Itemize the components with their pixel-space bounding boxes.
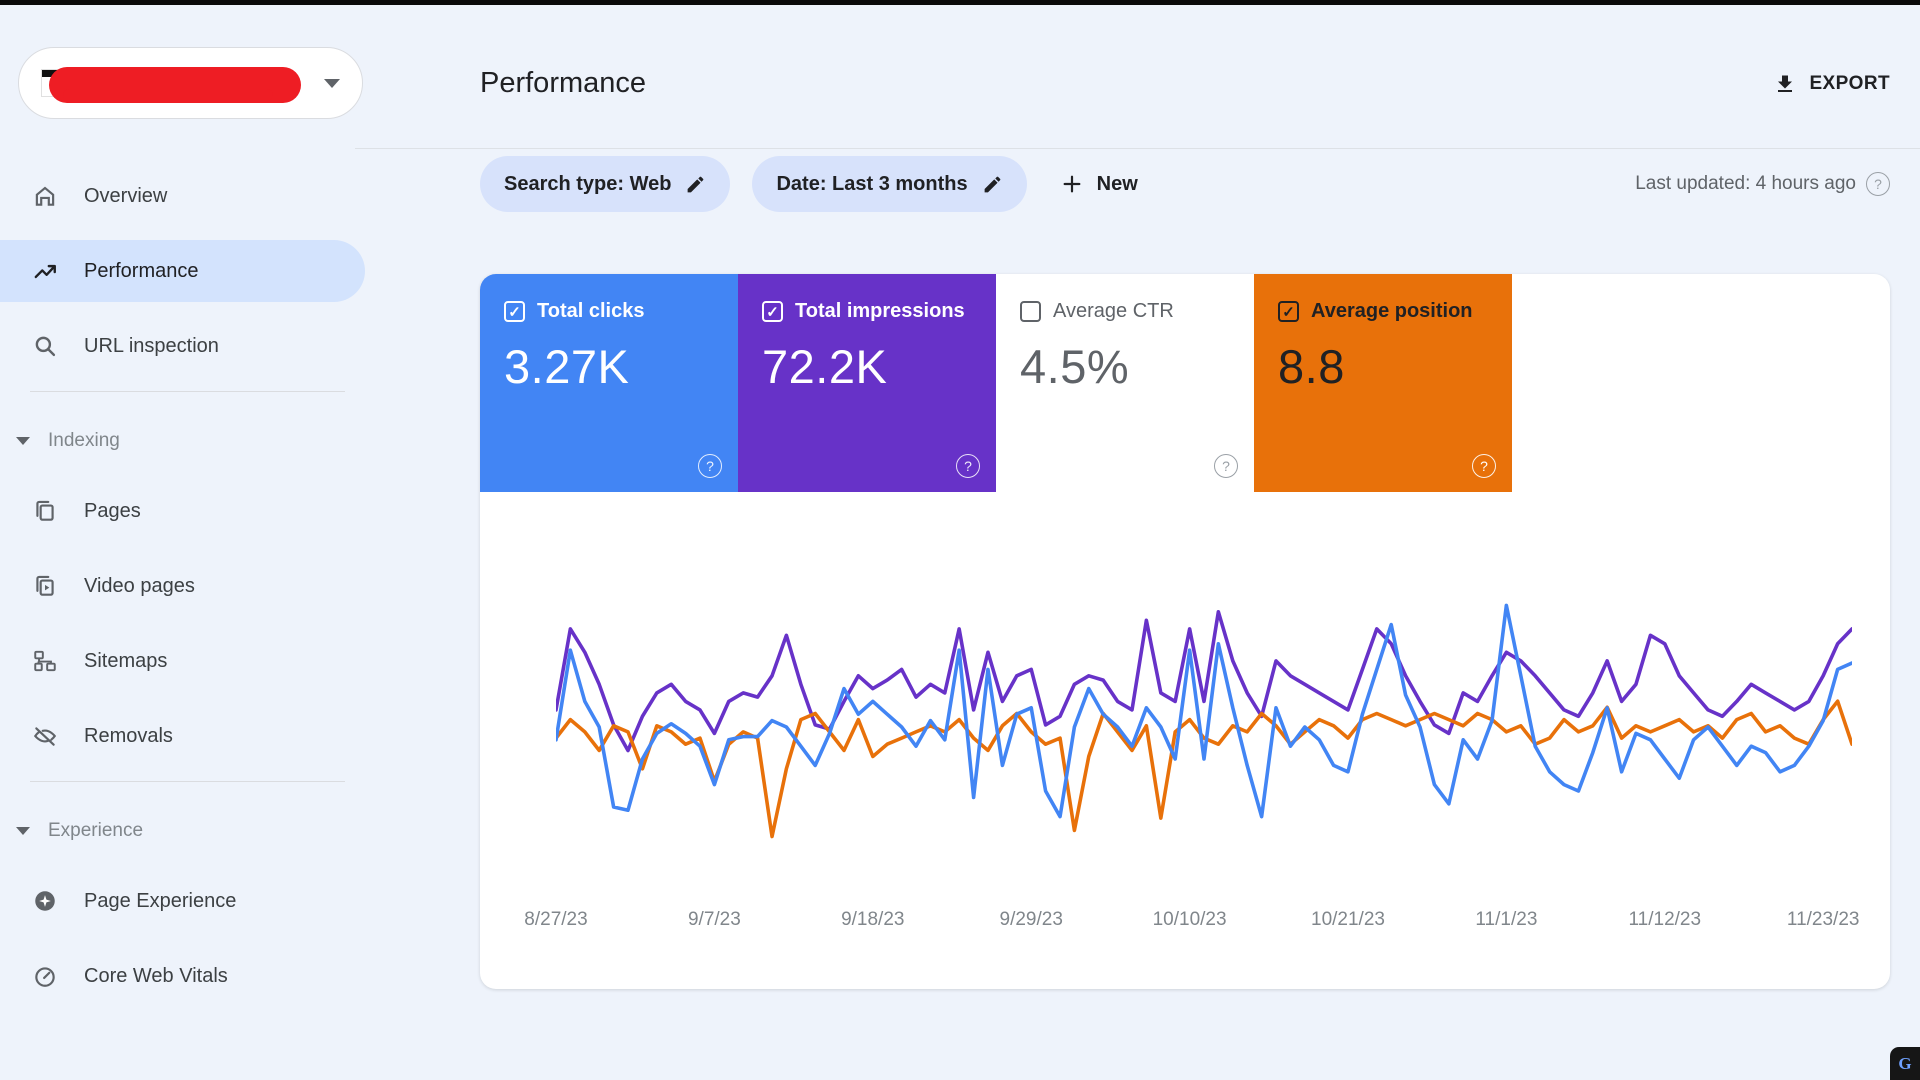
- video-pages-icon: [32, 573, 58, 599]
- sidebar-nav: Overview Performance URL inspection Inde…: [0, 165, 375, 1007]
- metric-label: Average position: [1311, 300, 1473, 323]
- metric-value: 8.8: [1278, 339, 1488, 394]
- chip-label: Search type: Web: [504, 173, 671, 196]
- help-icon[interactable]: ?: [1472, 454, 1496, 478]
- sidebar-item-label: Pages: [84, 500, 141, 523]
- checkbox-unchecked-icon[interactable]: [1020, 301, 1041, 322]
- chevron-down-icon: [16, 437, 30, 445]
- sidebar-item-label: Sitemaps: [84, 650, 167, 673]
- search-icon: [32, 333, 58, 359]
- pencil-icon: [982, 174, 1003, 195]
- new-filter-button[interactable]: New: [1061, 173, 1138, 196]
- sidebar-item-label: Core Web Vitals: [84, 965, 228, 988]
- metric-value: 72.2K: [762, 339, 972, 394]
- x-axis-labels: 8/27/23 9/7/23 9/18/23 9/29/23 10/10/23 …: [556, 895, 1852, 937]
- x-tick-label: 8/27/23: [524, 909, 587, 931]
- x-tick-label: 11/1/23: [1475, 909, 1537, 931]
- x-tick-label: 9/29/23: [1000, 909, 1063, 931]
- metric-card-total-impressions[interactable]: ✓ Total impressions 72.2K ?: [738, 274, 996, 492]
- download-icon: [1773, 72, 1797, 96]
- header-divider: [355, 148, 1920, 149]
- sidebar-item-label: URL inspection: [84, 335, 219, 358]
- checkbox-checked-icon[interactable]: ✓: [1278, 301, 1299, 322]
- sidebar-item-label: Performance: [84, 260, 199, 283]
- sidebar-item-label: Video pages: [84, 575, 195, 598]
- search-console-app: Overview Performance URL inspection Inde…: [0, 0, 1920, 1080]
- sidebar-item-performance[interactable]: Performance: [0, 240, 365, 302]
- metric-card-average-ctr[interactable]: Average CTR 4.5% ?: [996, 274, 1254, 492]
- x-tick-label: 11/12/23: [1629, 909, 1702, 931]
- last-updated-text: Last updated: 4 hours ago: [1635, 173, 1856, 195]
- sidebar-item-pages[interactable]: Pages: [0, 480, 365, 542]
- series-average-position: [556, 701, 1852, 836]
- pencil-icon: [685, 174, 706, 195]
- line-chart[interactable]: [556, 510, 1852, 895]
- redaction-scribble: [49, 67, 301, 103]
- filter-chip-search-type[interactable]: Search type: Web: [480, 156, 730, 212]
- metric-card-total-clicks[interactable]: ✓ Total clicks 3.27K ?: [480, 274, 738, 492]
- metric-value: 4.5%: [1020, 339, 1230, 394]
- metric-label: Total impressions: [795, 300, 965, 323]
- sidebar-divider: [30, 781, 345, 782]
- sitemap-icon: [32, 648, 58, 674]
- sidebar-item-video-pages[interactable]: Video pages: [0, 555, 365, 617]
- metric-value: 3.27K: [504, 339, 714, 394]
- chevron-down-icon: [324, 79, 340, 88]
- filter-chip-date[interactable]: Date: Last 3 months: [752, 156, 1026, 212]
- sidebar-item-label: Page Experience: [84, 890, 236, 913]
- section-label: Experience: [48, 820, 143, 842]
- eye-off-icon: [32, 723, 58, 749]
- filter-row: Search type: Web Date: Last 3 months New…: [480, 156, 1890, 212]
- sidebar-item-page-experience[interactable]: Page Experience: [0, 870, 365, 932]
- checkbox-checked-icon[interactable]: ✓: [504, 301, 525, 322]
- sidebar-section-experience[interactable]: Experience: [0, 808, 375, 854]
- grammarly-icon[interactable]: G: [1890, 1047, 1920, 1080]
- chip-label: Date: Last 3 months: [776, 173, 967, 196]
- metric-card-average-position[interactable]: ✓ Average position 8.8 ?: [1254, 274, 1512, 492]
- sidebar-item-label: Overview: [84, 185, 167, 208]
- checkbox-checked-icon[interactable]: ✓: [762, 301, 783, 322]
- sidebar: Overview Performance URL inspection Inde…: [0, 5, 375, 1080]
- plus-icon: [1061, 173, 1083, 195]
- x-tick-label: 10/10/23: [1153, 909, 1227, 931]
- sidebar-item-label: Removals: [84, 725, 173, 748]
- gauge-icon: [32, 963, 58, 989]
- help-icon[interactable]: ?: [1214, 454, 1238, 478]
- page-title: Performance: [480, 67, 646, 100]
- page-experience-icon: [32, 888, 58, 914]
- trending-up-icon: [32, 258, 58, 284]
- property-selector[interactable]: [18, 47, 363, 119]
- export-label: EXPORT: [1809, 73, 1890, 95]
- chevron-down-icon: [16, 827, 30, 835]
- sidebar-item-removals[interactable]: Removals: [0, 705, 365, 767]
- sidebar-item-url-inspection[interactable]: URL inspection: [0, 315, 365, 377]
- main-content: Performance EXPORT Search type: Web Date…: [375, 5, 1920, 1080]
- performance-chart[interactable]: 8/27/23 9/7/23 9/18/23 9/29/23 10/10/23 …: [556, 510, 1852, 937]
- performance-panel: ✓ Total clicks 3.27K ? ✓ Total impressio…: [480, 274, 1890, 989]
- x-tick-label: 9/7/23: [688, 909, 741, 931]
- section-label: Indexing: [48, 430, 120, 452]
- export-button[interactable]: EXPORT: [1773, 72, 1890, 96]
- x-tick-label: 11/23/23: [1787, 909, 1860, 931]
- sidebar-divider: [30, 391, 345, 392]
- metric-cards: ✓ Total clicks 3.27K ? ✓ Total impressio…: [480, 274, 1890, 492]
- window-top-bar: [0, 0, 1920, 5]
- sidebar-item-core-web-vitals[interactable]: Core Web Vitals: [0, 945, 365, 1007]
- sidebar-section-indexing[interactable]: Indexing: [0, 418, 375, 464]
- pages-icon: [32, 498, 58, 524]
- x-tick-label: 9/18/23: [841, 909, 904, 931]
- series-total-clicks: [556, 605, 1852, 816]
- sidebar-item-sitemaps[interactable]: Sitemaps: [0, 630, 365, 692]
- x-tick-label: 10/21/23: [1311, 909, 1385, 931]
- new-label: New: [1097, 173, 1138, 196]
- help-icon[interactable]: ?: [956, 454, 980, 478]
- help-icon[interactable]: ?: [1866, 172, 1890, 196]
- last-updated: Last updated: 4 hours ago ?: [1635, 172, 1890, 196]
- metric-label: Average CTR: [1053, 300, 1174, 323]
- sidebar-item-overview[interactable]: Overview: [0, 165, 365, 227]
- metric-label: Total clicks: [537, 300, 644, 323]
- help-icon[interactable]: ?: [698, 454, 722, 478]
- home-icon: [32, 183, 58, 209]
